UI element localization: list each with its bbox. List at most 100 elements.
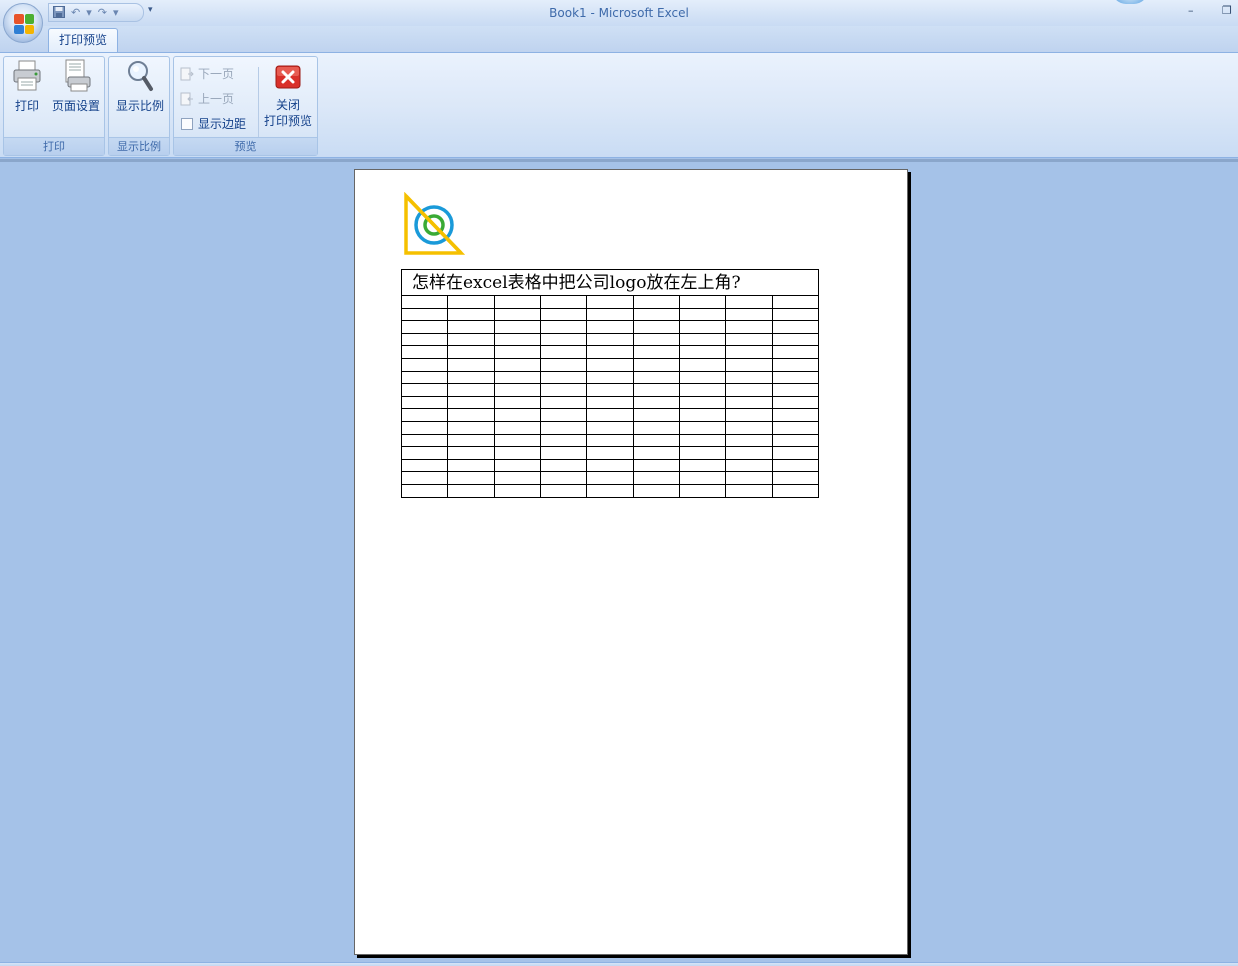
table-cell — [447, 471, 495, 485]
table-cell — [493, 345, 541, 359]
table-cell — [678, 345, 727, 359]
table-cell — [539, 320, 588, 334]
table-cell — [632, 332, 680, 347]
table-row — [400, 433, 820, 448]
table-cell — [493, 408, 541, 422]
table-cell — [678, 483, 727, 498]
table-cell — [400, 458, 449, 473]
table-row — [400, 395, 820, 410]
table-cell — [678, 307, 727, 322]
table-cell — [400, 471, 449, 485]
table-cell — [447, 370, 495, 385]
group-zoom-label: 显示比例 — [109, 137, 169, 155]
table-cell — [447, 408, 495, 422]
table-cell — [586, 307, 634, 322]
sheet-table: 怎样在excel表格中把公司logo放在左上角? — [400, 269, 820, 498]
table-cell — [632, 446, 680, 460]
table-cell — [586, 395, 634, 410]
table-cell — [678, 408, 727, 422]
table-row — [400, 345, 820, 359]
table-cell — [447, 420, 495, 435]
table-cell — [725, 458, 773, 473]
table-cell — [539, 408, 588, 422]
table-cell — [539, 383, 588, 397]
zoom-button[interactable]: 显示比例 — [113, 59, 167, 114]
office-button[interactable] — [3, 3, 43, 43]
table-cell — [725, 483, 773, 498]
table-cell — [447, 295, 495, 309]
table-row — [400, 295, 820, 309]
table-row — [400, 458, 820, 473]
table-cell — [725, 370, 773, 385]
table-row — [400, 446, 820, 460]
table-row — [400, 383, 820, 397]
table-cell — [678, 295, 727, 309]
table-cell — [539, 357, 588, 372]
table-cell — [400, 383, 449, 397]
table-cell — [400, 483, 449, 498]
table-cell — [725, 345, 773, 359]
table-cell — [771, 307, 820, 322]
table-cell — [539, 420, 588, 435]
close-print-preview-button[interactable]: 关闭 打印预览 — [262, 59, 314, 129]
table-cell — [493, 320, 541, 334]
table-cell — [678, 320, 727, 334]
previous-page-button[interactable]: 上一页 — [180, 90, 234, 107]
zoom-button-label: 显示比例 — [115, 99, 164, 113]
table-cell — [539, 345, 588, 359]
previous-page-icon — [180, 92, 194, 106]
table-cell — [632, 458, 680, 473]
table-cell — [586, 446, 634, 460]
table-cell — [400, 357, 449, 372]
table-cell — [632, 383, 680, 397]
restore-button[interactable]: ❐ — [1222, 4, 1232, 17]
table-cell — [447, 483, 495, 498]
table-cell — [586, 370, 634, 385]
table-cell — [725, 307, 773, 322]
table-cell — [771, 471, 820, 485]
show-margins-checkbox[interactable]: 显示边距 — [180, 115, 246, 132]
next-page-button[interactable]: 下一页 — [180, 65, 234, 82]
print-preview-page[interactable]: 怎样在excel表格中把公司logo放在左上角? — [354, 169, 908, 955]
table-cell — [400, 295, 449, 309]
print-button[interactable]: 打印 — [8, 59, 46, 114]
table-cell — [678, 433, 727, 448]
table-cell — [586, 471, 634, 485]
table-cell — [725, 320, 773, 334]
table-cell — [632, 408, 680, 422]
table-row — [400, 408, 820, 422]
table-cell — [539, 471, 588, 485]
table-cell — [400, 370, 449, 385]
group-preview: 下一页 上一页 显示边距 关闭 打印预览 预览 — [173, 56, 318, 156]
table-cell — [493, 357, 541, 372]
table-row — [400, 320, 820, 334]
window-decoration — [1112, 0, 1148, 4]
table-cell — [539, 395, 588, 410]
company-logo — [404, 192, 465, 255]
table-cell — [771, 483, 820, 498]
table-cell — [632, 307, 680, 322]
table-cell — [493, 307, 541, 322]
table-cell — [539, 483, 588, 498]
checkbox-icon[interactable] — [180, 117, 194, 131]
table-cell — [493, 383, 541, 397]
table-cell — [771, 433, 820, 448]
table-cell — [678, 458, 727, 473]
table-cell — [447, 395, 495, 410]
table-cell — [400, 320, 449, 334]
table-cell — [539, 295, 588, 309]
table-cell — [400, 345, 449, 359]
ribbon-tab-strip: 打印预览 — [0, 26, 1238, 53]
table-cell — [400, 332, 449, 347]
close-preview-label-line1: 关闭 — [275, 98, 300, 112]
table-cell — [725, 420, 773, 435]
minimize-button[interactable]: – — [1188, 4, 1194, 17]
table-cell — [586, 458, 634, 473]
table-cell — [725, 357, 773, 372]
table-cell — [725, 433, 773, 448]
group-print-label: 打印 — [4, 137, 104, 155]
table-cell — [586, 345, 634, 359]
table-cell — [400, 433, 449, 448]
tab-print-preview[interactable]: 打印预览 — [48, 28, 118, 53]
page-setup-button[interactable]: 页面设置 — [48, 59, 104, 114]
